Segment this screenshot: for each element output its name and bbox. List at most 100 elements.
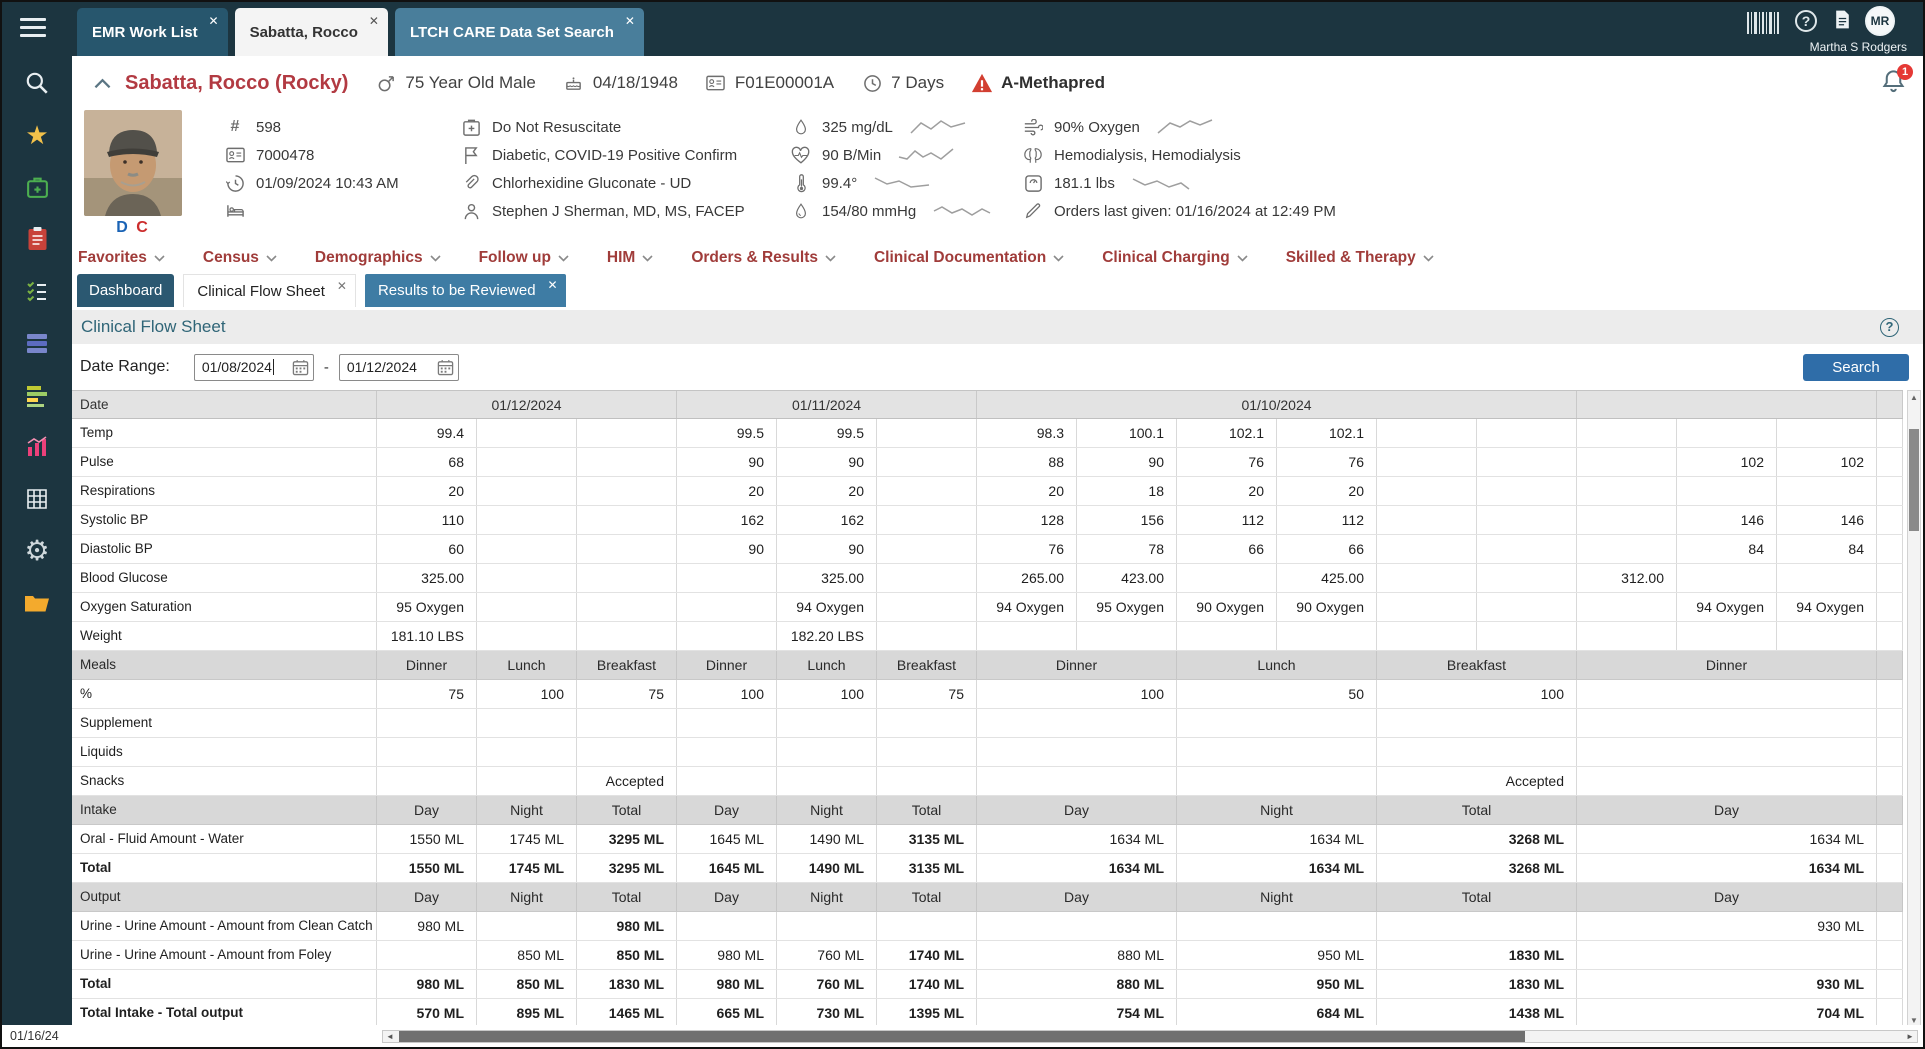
scroll-up-arrow[interactable]: ▲ (1908, 391, 1920, 404)
calendar-icon[interactable] (292, 359, 309, 376)
flow-row-label: Pulse (72, 448, 377, 476)
physician: Stephen J Sherman, MD, MS, FACEP (492, 203, 745, 220)
search-icon[interactable] (23, 70, 51, 96)
flow-sheet-row: SnacksAcceptedAccepted (72, 767, 1903, 796)
date-from-input[interactable]: 01/08/2024 (194, 354, 314, 381)
chevron-down-icon (825, 255, 836, 262)
flow-cell: 1395 ML (877, 999, 977, 1027)
window-tab-patient[interactable]: Sabatta, Rocco ✕ (235, 8, 388, 56)
barcode-icon[interactable] (1747, 12, 1781, 34)
scroll-right-arrow[interactable]: ► (1903, 1031, 1917, 1042)
status-date: 01/16/24 (10, 1029, 59, 1043)
flow-cell: 950 ML (1177, 970, 1377, 998)
paperclip-icon (460, 174, 482, 192)
flow-cell (1577, 506, 1677, 534)
treatment: Chlorhexidine Gluconate - UD (492, 175, 691, 192)
flow-row-label: Oral - Fluid Amount - Water (72, 825, 377, 853)
tab-results-to-be-reviewed[interactable]: Results to be Reviewed ✕ (365, 274, 566, 307)
flow-cell (377, 709, 477, 737)
date-to-input[interactable]: 01/12/2024 (339, 354, 459, 381)
flow-cell: 146 (1777, 506, 1877, 534)
flow-cell: 850 ML (577, 941, 677, 969)
close-icon[interactable]: ✕ (209, 15, 219, 27)
flow-cell (477, 622, 577, 650)
hamburger-menu-icon[interactable] (20, 18, 46, 42)
close-icon[interactable]: ✕ (369, 15, 379, 27)
patient-record-id: F01E00001A (735, 73, 834, 93)
flow-cell (1777, 564, 1877, 592)
flow-cell (1477, 593, 1577, 621)
flow-cell: 20 (1277, 477, 1377, 505)
filler-cell (1877, 419, 1903, 447)
menu-favorites[interactable]: Favorites (78, 249, 165, 267)
menu-follow-up[interactable]: Follow up (479, 249, 569, 267)
menu-orders-results[interactable]: Orders & Results (691, 249, 836, 267)
flag-icon (460, 146, 482, 165)
filler-cell (1877, 448, 1903, 476)
flow-cell (1377, 593, 1477, 621)
tab-clinical-flow-sheet[interactable]: Clinical Flow Sheet ✕ (183, 274, 356, 307)
collapse-chevron-icon[interactable] (94, 78, 111, 89)
close-icon[interactable]: ✕ (625, 15, 635, 27)
flow-cell: 930 ML (1577, 970, 1877, 998)
flow-cell: Total (877, 883, 977, 911)
horizontal-scroll-thumb[interactable] (399, 1031, 1525, 1042)
calendar-icon[interactable] (437, 359, 454, 376)
chevron-down-icon (154, 255, 165, 262)
flow-cell: Night (777, 796, 877, 824)
flow-cell: 99.5 (677, 419, 777, 447)
window-tab-emr-work-list[interactable]: EMR Work List ✕ (77, 8, 228, 56)
filler-cell (1877, 535, 1903, 563)
flow-cell: 760 ML (777, 970, 877, 998)
flow-cell (477, 477, 577, 505)
allergy-warning-icon (971, 72, 993, 94)
close-icon[interactable]: ✕ (337, 280, 347, 292)
menu-skilled-therapy[interactable]: Skilled & Therapy (1286, 249, 1434, 267)
avatar[interactable]: MR (1865, 6, 1895, 36)
checklist-icon[interactable] (23, 278, 51, 304)
menu-clinical-charging[interactable]: Clinical Charging (1102, 249, 1247, 267)
flow-cell (577, 593, 677, 621)
tab-dashboard[interactable]: Dashboard (77, 274, 174, 307)
flow-cell: 880 ML (977, 941, 1177, 969)
search-button[interactable]: Search (1803, 354, 1909, 381)
patient-age-sex: 75 Year Old Male (405, 73, 535, 93)
help-icon[interactable]: ? (1795, 10, 1817, 32)
flow-sheet-row: Date01/12/202401/11/202401/10/2024 (72, 390, 1903, 419)
page-help-icon[interactable]: ? (1880, 318, 1899, 337)
flow-cell (1177, 564, 1277, 592)
flow-cell: 100 (677, 680, 777, 708)
flow-cell (1377, 419, 1477, 447)
menu-clinical-documentation[interactable]: Clinical Documentation (874, 249, 1064, 267)
settings-gear-icon[interactable]: ⚙ (23, 538, 51, 564)
filter-row: Date Range: 01/08/2024 - 01/12/2024 Sear… (72, 344, 1923, 390)
menu-demographics[interactable]: Demographics (315, 249, 441, 267)
scroll-left-arrow[interactable]: ◄ (383, 1031, 397, 1042)
analytics-chart-icon[interactable] (23, 434, 51, 460)
menu-census[interactable]: Census (203, 249, 277, 267)
notifications-bell-icon[interactable]: 1 (1880, 68, 1907, 95)
vertical-scroll-thumb[interactable] (1909, 429, 1919, 531)
thermometer-icon (790, 173, 812, 193)
supplies-case-icon[interactable] (23, 174, 51, 200)
menu-him[interactable]: HIM (607, 249, 653, 267)
flow-cell: 20 (377, 477, 477, 505)
horizontal-scrollbar[interactable]: ◄ ► (382, 1030, 1918, 1043)
flag-c: C (136, 219, 150, 236)
grid-table-icon[interactable] (23, 486, 51, 512)
vertical-scrollbar[interactable]: ▲ ▼ (1907, 390, 1921, 1028)
worklist-bars-icon[interactable] (23, 382, 51, 408)
window-tab-ltch-search[interactable]: LTCH CARE Data Set Search ✕ (395, 8, 644, 56)
flow-cell: 704 ML (1577, 999, 1877, 1027)
favorites-star-icon[interactable]: ★ (23, 122, 51, 148)
documents-folder-icon[interactable] (23, 590, 51, 616)
flow-cell: 66 (1277, 535, 1377, 563)
flow-cell (1177, 709, 1377, 737)
room-number: 598 (256, 119, 281, 136)
filler-cell (1877, 651, 1903, 679)
clipboard-icon[interactable] (23, 226, 51, 252)
close-icon[interactable]: ✕ (547, 279, 557, 291)
flow-cell: 76 (1177, 448, 1277, 476)
census-rows-icon[interactable] (23, 330, 51, 356)
document-icon[interactable] (1834, 9, 1851, 30)
